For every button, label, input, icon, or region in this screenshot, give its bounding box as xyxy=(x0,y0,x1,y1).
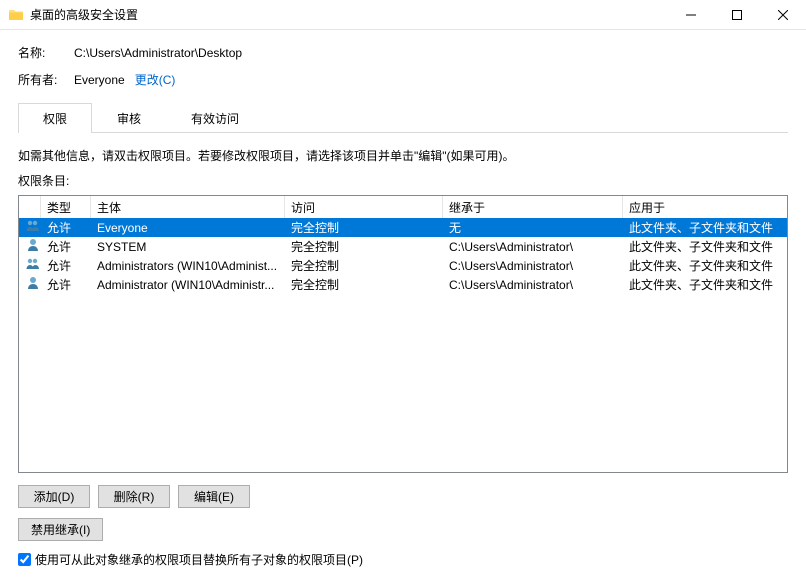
cell-applies-to: 此文件夹、子文件夹和文件 xyxy=(623,257,787,274)
replace-children-row[interactable]: 使用可从此对象继承的权限项目替换所有子对象的权限项目(P) xyxy=(18,551,788,568)
cell-inherited-from: 无 xyxy=(443,219,623,236)
table-row[interactable]: 允许Everyone完全控制无此文件夹、子文件夹和文件 xyxy=(19,218,787,237)
col-principal[interactable]: 主体 xyxy=(91,196,285,218)
cell-type: 允许 xyxy=(41,257,91,274)
tab-strip: 权限 审核 有效访问 xyxy=(18,102,788,133)
maximize-button[interactable] xyxy=(714,0,760,30)
cell-applies-to: 此文件夹、子文件夹和文件 xyxy=(623,219,787,236)
table-row[interactable]: 允许SYSTEM完全控制C:\Users\Administrator\此文件夹、… xyxy=(19,237,787,256)
replace-children-checkbox[interactable] xyxy=(18,553,31,566)
principal-icon xyxy=(19,256,41,275)
cell-applies-to: 此文件夹、子文件夹和文件 xyxy=(623,276,787,293)
minimize-button[interactable] xyxy=(668,0,714,30)
cell-access: 完全控制 xyxy=(285,238,443,255)
replace-children-label: 使用可从此对象继承的权限项目替换所有子对象的权限项目(P) xyxy=(35,551,363,568)
col-access[interactable]: 访问 xyxy=(285,196,443,218)
name-label: 名称: xyxy=(18,44,74,61)
cell-inherited-from: C:\Users\Administrator\ xyxy=(443,259,623,273)
window-title: 桌面的高级安全设置 xyxy=(30,6,138,23)
cell-principal: Everyone xyxy=(91,221,285,235)
action-buttons-row: 添加(D) 删除(R) 编辑(E) xyxy=(18,485,788,508)
cell-type: 允许 xyxy=(41,238,91,255)
folder-icon xyxy=(8,7,24,23)
cell-access: 完全控制 xyxy=(285,257,443,274)
cell-type: 允许 xyxy=(41,219,91,236)
principal-icon xyxy=(19,275,41,294)
cell-inherited-from: C:\Users\Administrator\ xyxy=(443,278,623,292)
close-button[interactable] xyxy=(760,0,806,30)
permission-entries-list[interactable]: 类型 主体 访问 继承于 应用于 允许Everyone完全控制无此文件夹、子文件… xyxy=(18,195,788,473)
add-button[interactable]: 添加(D) xyxy=(18,485,90,508)
cell-principal: SYSTEM xyxy=(91,240,285,254)
entries-label: 权限条目: xyxy=(18,172,788,189)
owner-label: 所有者: xyxy=(18,71,74,88)
col-icon[interactable] xyxy=(19,196,41,218)
change-owner-link[interactable]: 更改(C) xyxy=(135,71,176,88)
disable-inherit-button[interactable]: 禁用继承(I) xyxy=(18,518,103,541)
principal-icon xyxy=(19,218,41,237)
hint-text: 如需其他信息，请双击权限项目。若要修改权限项目，请选择该项目并单击"编辑"(如果… xyxy=(18,147,788,164)
cell-principal: Administrators (WIN10\Administ... xyxy=(91,259,285,273)
cell-type: 允许 xyxy=(41,276,91,293)
owner-value: Everyone xyxy=(74,73,125,87)
table-row[interactable]: 允许Administrators (WIN10\Administ...完全控制C… xyxy=(19,256,787,275)
cell-applies-to: 此文件夹、子文件夹和文件 xyxy=(623,238,787,255)
table-row[interactable]: 允许Administrator (WIN10\Administr...完全控制C… xyxy=(19,275,787,294)
col-inherited-from[interactable]: 继承于 xyxy=(443,196,623,218)
cell-access: 完全控制 xyxy=(285,276,443,293)
remove-button[interactable]: 删除(R) xyxy=(98,485,170,508)
owner-row: 所有者: Everyone 更改(C) xyxy=(18,71,788,88)
tab-permissions[interactable]: 权限 xyxy=(18,103,92,133)
col-applies-to[interactable]: 应用于 xyxy=(623,196,787,218)
titlebar: 桌面的高级安全设置 xyxy=(0,0,806,30)
cell-access: 完全控制 xyxy=(285,219,443,236)
principal-icon xyxy=(19,237,41,256)
name-row: 名称: C:\Users\Administrator\Desktop xyxy=(18,44,788,61)
content-area: 名称: C:\Users\Administrator\Desktop 所有者: … xyxy=(0,30,806,578)
inherit-row: 禁用继承(I) xyxy=(18,518,788,541)
edit-button[interactable]: 编辑(E) xyxy=(178,485,250,508)
name-value: C:\Users\Administrator\Desktop xyxy=(74,46,242,60)
list-header: 类型 主体 访问 继承于 应用于 xyxy=(19,196,787,218)
cell-principal: Administrator (WIN10\Administr... xyxy=(91,278,285,292)
col-type[interactable]: 类型 xyxy=(41,196,91,218)
tab-audit[interactable]: 审核 xyxy=(92,103,166,133)
cell-inherited-from: C:\Users\Administrator\ xyxy=(443,240,623,254)
tab-effective-access[interactable]: 有效访问 xyxy=(166,103,264,133)
